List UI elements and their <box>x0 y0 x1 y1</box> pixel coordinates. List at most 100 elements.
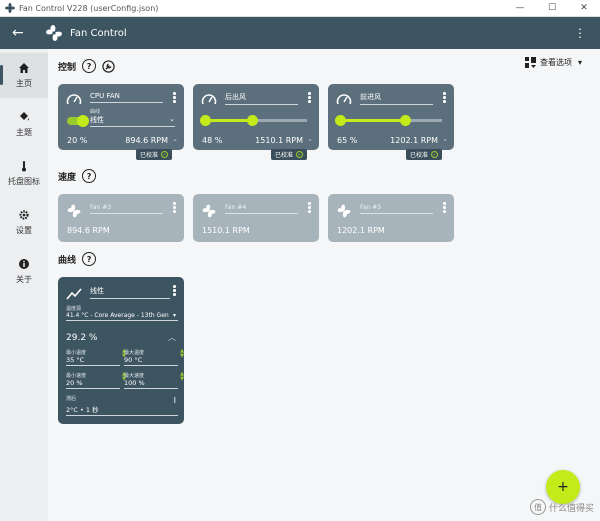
min-speed-field[interactable]: 最小速度 20 % ▲ ▼ <box>66 372 126 389</box>
text-cursor-icon: I <box>173 396 176 405</box>
chevron-down-icon[interactable]: ⌄ <box>442 135 448 143</box>
fan-speed-slider[interactable] <box>200 115 307 126</box>
wrench-icon[interactable] <box>102 59 115 73</box>
app-bar: ← Fan Control ⋮ <box>0 17 600 49</box>
temp-source-select[interactable]: 41.4 °C - Core Average - 13th Gen <box>66 312 178 321</box>
kebab-menu-icon[interactable] <box>308 202 311 214</box>
kebab-menu-icon[interactable] <box>443 202 446 214</box>
gauge-icon <box>66 94 82 105</box>
sidebar-item-label: 关于 <box>16 275 32 284</box>
slider-knob[interactable] <box>400 115 411 126</box>
speed-rpm: 1510.1 RPM <box>202 226 250 235</box>
sort-options-button[interactable]: 查看选项 ▾ <box>524 57 582 68</box>
speeds-section-header: 速度 ? <box>58 169 97 183</box>
kebab-menu-icon[interactable] <box>173 92 176 104</box>
calibrated-label: 已校准 <box>274 152 293 159</box>
sidebar-item-label: 设置 <box>16 226 32 235</box>
more-options-icon[interactable]: ⋮ <box>574 26 586 40</box>
help-icon[interactable]: ? <box>82 169 97 183</box>
curve-select[interactable]: 曲线 线性 ⌄ <box>90 108 175 127</box>
watermark-logo-icon: 值 <box>529 499 546 515</box>
sidebar: 主页 主题 托盘图标 设置 关于 <box>0 49 48 521</box>
check-icon: ✓ <box>296 151 303 158</box>
enable-toggle[interactable] <box>67 115 89 127</box>
speed-card-fan-4: Fan #4 1510.1 RPM <box>193 194 319 242</box>
hysteresis-label: 滞后 <box>66 396 77 402</box>
spinner-arrows-icon[interactable]: ▲ ▼ <box>180 349 184 359</box>
control-percent: 65 % <box>337 136 358 145</box>
chevron-down-icon[interactable]: ⌄ <box>307 135 313 143</box>
curve-name[interactable]: 线性 <box>90 286 170 299</box>
slider-start-knob <box>335 115 346 126</box>
control-rpm: 1202.1 RPM <box>390 136 438 145</box>
spinner-arrows-icon[interactable]: ▲ ▼ <box>180 372 184 382</box>
chevron-up-icon[interactable]: ︿ <box>168 332 176 343</box>
section-title: 速度 <box>58 172 77 183</box>
controls-section-header: 控制 ? <box>58 59 115 73</box>
gear-icon <box>19 210 29 220</box>
control-name[interactable]: CPU FAN <box>90 92 163 103</box>
sidebar-item-label: 托盘图标 <box>8 177 40 186</box>
speed-name[interactable]: Fan #4 <box>225 204 298 214</box>
sidebar-item-home[interactable]: 主页 <box>0 53 48 98</box>
kebab-menu-icon[interactable] <box>443 92 446 104</box>
speed-rpm: 894.6 RPM <box>67 226 110 235</box>
maximize-button[interactable]: ☐ <box>536 0 568 17</box>
max-temp-field[interactable]: 最大温度 90 °C ▲ ▼ <box>124 349 184 366</box>
calibrated-badge: 已校准 ✓ <box>270 149 307 160</box>
thermometer-icon <box>22 161 26 172</box>
sidebar-item-theme[interactable]: 主题 <box>0 102 48 147</box>
field-label: 最大速度 <box>124 373 145 379</box>
back-arrow-icon[interactable]: ← <box>12 25 34 41</box>
minimize-button[interactable]: — <box>504 0 536 17</box>
max-speed-field[interactable]: 最大速度 100 % ▲ ▼ <box>124 372 184 389</box>
home-icon <box>19 63 29 73</box>
close-button[interactable]: ✕ <box>568 0 600 17</box>
window-title: Fan Control V228 (userConfig.json) <box>19 3 159 13</box>
speed-rpm: 1202.1 RPM <box>337 226 385 235</box>
field-label: 最大温度 <box>124 350 145 356</box>
sidebar-item-settings[interactable]: 设置 <box>0 200 48 245</box>
fan-icon <box>337 204 351 218</box>
curve-current-value: 29.2 % <box>66 333 98 343</box>
main-content: 控制 ? 查看选项 ▾ CPU FAN 曲线 线性 ⌄ 20 % 894.6 RP… <box>48 49 600 521</box>
chevron-down-icon: ▾ <box>172 312 176 319</box>
trend-line-icon <box>66 288 82 300</box>
curves-section-header: 曲线 ? <box>58 252 97 266</box>
help-icon[interactable]: ? <box>82 59 97 73</box>
watermark-text: 什么值得买 <box>548 503 594 514</box>
window-controls: — ☐ ✕ <box>504 0 600 17</box>
kebab-menu-icon[interactable] <box>173 285 176 297</box>
speed-name[interactable]: Fan #3 <box>90 204 163 214</box>
paint-bucket-icon <box>20 112 29 121</box>
sort-label: 查看选项 <box>539 58 572 67</box>
kebab-menu-icon[interactable] <box>173 202 176 214</box>
field-value: 20 % <box>66 379 120 389</box>
control-rpm: 894.6 RPM <box>125 136 168 145</box>
help-icon[interactable]: ? <box>82 252 97 266</box>
fan-icon <box>67 204 81 218</box>
temp-source-label: 温度源 <box>66 306 82 312</box>
control-rpm: 1510.1 RPM <box>255 136 303 145</box>
min-temp-field[interactable]: 最小温度 35 °C ▲ ▼ <box>66 349 126 366</box>
hysteresis-value[interactable]: 2°C • 1 秒 <box>66 404 178 416</box>
control-name[interactable]: 前进风 <box>360 92 433 105</box>
slider-track-rest <box>252 119 307 122</box>
chevron-down-icon[interactable]: ⌄ <box>172 135 178 143</box>
sidebar-item-about[interactable]: 关于 <box>0 249 48 294</box>
kebab-menu-icon[interactable] <box>308 92 311 104</box>
fan-speed-slider[interactable] <box>335 115 442 126</box>
gauge-icon <box>336 94 352 105</box>
sort-icon <box>524 57 536 68</box>
control-name[interactable]: 后出风 <box>225 92 298 105</box>
watermark: 值 什么值得买 <box>529 499 594 515</box>
slider-knob[interactable] <box>247 115 258 126</box>
control-card-rear-exhaust: 后出风 48 % 1510.1 RPM ⌄ 已校准 ✓ <box>193 84 319 160</box>
sidebar-item-tray[interactable]: 托盘图标 <box>0 151 48 196</box>
speed-name[interactable]: Fan #5 <box>360 204 433 214</box>
control-card-cpu-fan: CPU FAN 曲线 线性 ⌄ 20 % 894.6 RPM ⌄ 已校准 ✓ <box>58 84 184 160</box>
gauge-icon <box>201 94 217 105</box>
field-label: 最小温度 <box>66 350 87 356</box>
speed-card-fan-3: Fan #3 894.6 RPM <box>58 194 184 242</box>
fan-icon <box>202 204 216 218</box>
